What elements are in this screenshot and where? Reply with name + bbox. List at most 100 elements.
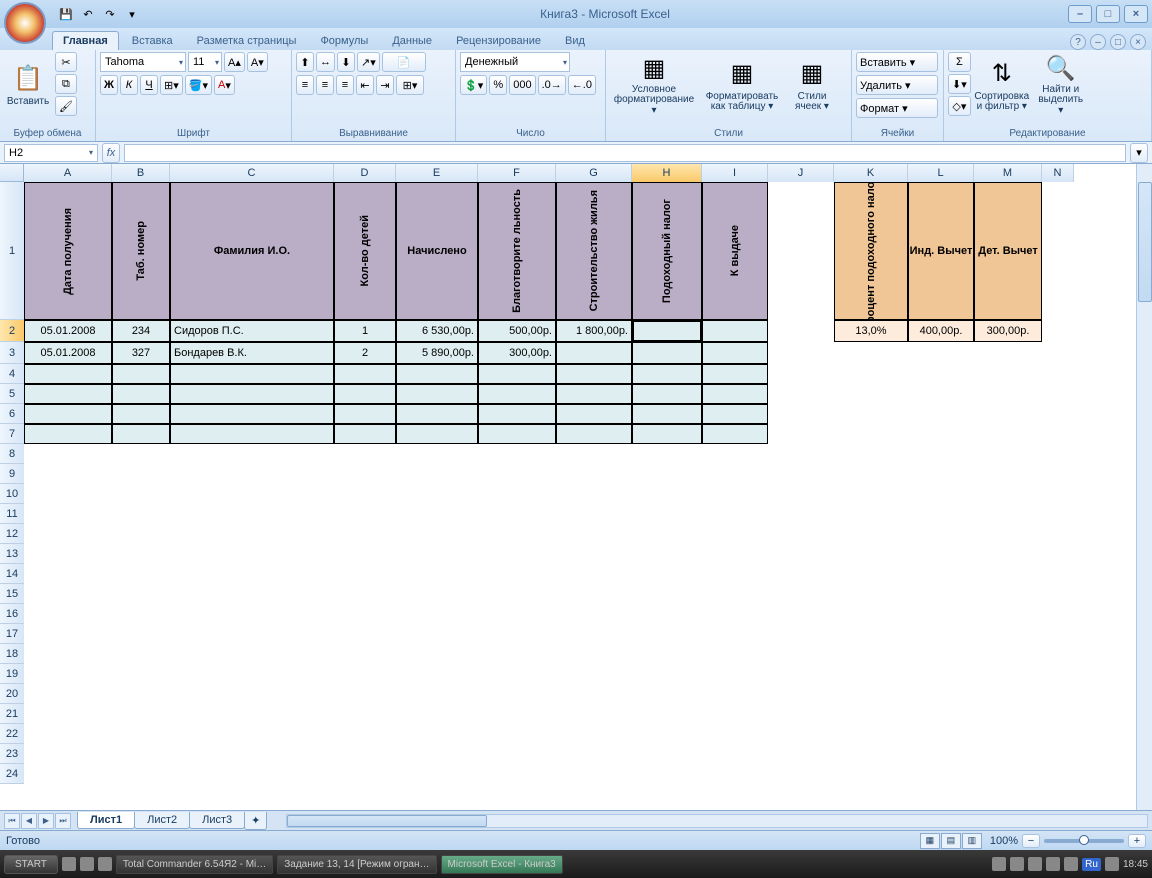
tray-icon[interactable] bbox=[80, 857, 94, 871]
cell[interactable] bbox=[478, 404, 556, 424]
copy-button[interactable]: ⧉ bbox=[55, 74, 77, 94]
cell[interactable] bbox=[24, 404, 112, 424]
cell[interactable] bbox=[556, 364, 632, 384]
selected-cell[interactable] bbox=[632, 320, 702, 342]
cell[interactable] bbox=[556, 342, 632, 364]
zoom-slider[interactable] bbox=[1044, 839, 1124, 843]
redo-button[interactable]: ↷ bbox=[100, 4, 120, 24]
spreadsheet-grid[interactable]: ABCDEFGHIJKLMN 1234567891011121314151617… bbox=[0, 164, 1152, 810]
column-header-F[interactable]: F bbox=[478, 164, 556, 182]
cell[interactable]: 05.01.2008 bbox=[24, 320, 112, 342]
row-header-9[interactable]: 9 bbox=[0, 464, 24, 484]
insert-cells-button[interactable]: Вставить ▾ bbox=[856, 52, 938, 72]
row-header-17[interactable]: 17 bbox=[0, 624, 24, 644]
new-sheet-button[interactable]: ✦ bbox=[244, 812, 267, 830]
cell[interactable] bbox=[478, 424, 556, 444]
align-left-button[interactable]: ≡ bbox=[296, 75, 314, 95]
paste-button[interactable]: 📋 Вставить bbox=[4, 52, 52, 118]
row-header-18[interactable]: 18 bbox=[0, 644, 24, 664]
cell[interactable]: Дет. Вычет bbox=[974, 182, 1042, 320]
cell[interactable]: Инд. Вычет bbox=[908, 182, 974, 320]
row-header-24[interactable]: 24 bbox=[0, 764, 24, 784]
cell[interactable] bbox=[702, 424, 768, 444]
vertical-scrollbar[interactable] bbox=[1136, 164, 1152, 810]
percent-button[interactable]: % bbox=[489, 75, 507, 95]
cut-button[interactable]: ✂ bbox=[55, 52, 77, 72]
sheet-tab-2[interactable]: Лист2 bbox=[134, 812, 190, 829]
cell[interactable]: 300,00р. bbox=[974, 320, 1042, 342]
conditional-format-button[interactable]: ▦ Условное форматирование ▾ bbox=[610, 52, 698, 118]
merge-button[interactable]: ⊞▾ bbox=[396, 75, 424, 95]
zoom-in-button[interactable]: + bbox=[1128, 834, 1146, 848]
view-pagebreak-button[interactable]: ▥ bbox=[962, 833, 982, 849]
sheet-nav-first[interactable]: ⏮ bbox=[4, 813, 20, 829]
expand-formula-bar[interactable]: ▾ bbox=[1130, 143, 1148, 163]
format-as-table-button[interactable]: ▦ Форматировать как таблицу ▾ bbox=[701, 52, 783, 118]
column-header-N[interactable]: N bbox=[1042, 164, 1074, 182]
cell[interactable] bbox=[24, 424, 112, 444]
cell[interactable]: Благотворите льность bbox=[478, 182, 556, 320]
cell[interactable] bbox=[632, 364, 702, 384]
tray-icon[interactable] bbox=[1064, 857, 1078, 871]
tray-icon[interactable] bbox=[98, 857, 112, 871]
bold-button[interactable]: Ж bbox=[100, 75, 118, 95]
cell[interactable]: Строительство жилья bbox=[556, 182, 632, 320]
row-header-10[interactable]: 10 bbox=[0, 484, 24, 504]
row-headers[interactable]: 123456789101112131415161718192021222324 bbox=[0, 182, 24, 784]
number-format-select[interactable]: Денежный bbox=[460, 52, 570, 72]
font-family-select[interactable]: Tahoma bbox=[100, 52, 186, 72]
find-select-button[interactable]: 🔍 Найти и выделить ▾ bbox=[1033, 52, 1089, 118]
cell[interactable] bbox=[112, 384, 170, 404]
column-header-L[interactable]: L bbox=[908, 164, 974, 182]
row-header-23[interactable]: 23 bbox=[0, 744, 24, 764]
currency-button[interactable]: 💲▾ bbox=[460, 75, 487, 95]
row-header-2[interactable]: 2 bbox=[0, 320, 24, 342]
cell[interactable] bbox=[112, 364, 170, 384]
insert-function-button[interactable]: fx bbox=[102, 143, 120, 163]
row-header-1[interactable]: 1 bbox=[0, 182, 24, 320]
row-header-11[interactable]: 11 bbox=[0, 504, 24, 524]
tray-icon[interactable] bbox=[1010, 857, 1024, 871]
format-cells-button[interactable]: Формат ▾ bbox=[856, 98, 938, 118]
row-header-6[interactable]: 6 bbox=[0, 404, 24, 424]
row-header-13[interactable]: 13 bbox=[0, 544, 24, 564]
cell[interactable]: 1 800,00р. bbox=[556, 320, 632, 342]
cell[interactable]: Кол-во детей bbox=[334, 182, 396, 320]
sheet-nav-prev[interactable]: ◀ bbox=[21, 813, 37, 829]
row-header-4[interactable]: 4 bbox=[0, 364, 24, 384]
tab-formulas[interactable]: Формулы bbox=[309, 31, 379, 50]
cell[interactable] bbox=[396, 424, 478, 444]
formula-input[interactable] bbox=[124, 144, 1126, 162]
cell[interactable]: 6 530,00р. bbox=[396, 320, 478, 342]
cell[interactable] bbox=[170, 384, 334, 404]
cell[interactable]: 234 bbox=[112, 320, 170, 342]
sheet-tab-1[interactable]: Лист1 bbox=[77, 812, 135, 829]
increase-indent-button[interactable]: ⇥ bbox=[376, 75, 394, 95]
cell[interactable]: 2 bbox=[334, 342, 396, 364]
tray-icon[interactable] bbox=[62, 857, 76, 871]
cell[interactable] bbox=[702, 404, 768, 424]
sort-filter-button[interactable]: ⇅ Сортировка и фильтр ▾ bbox=[974, 52, 1030, 118]
cell[interactable] bbox=[170, 424, 334, 444]
format-painter-button[interactable]: 🖌 bbox=[55, 96, 77, 116]
taskbar-item[interactable]: Total Commander 6.54Я2 - Mi… bbox=[116, 855, 273, 874]
tab-layout[interactable]: Разметка страницы bbox=[186, 31, 308, 50]
select-all-corner[interactable] bbox=[0, 164, 24, 182]
orientation-button[interactable]: ↗▾ bbox=[357, 52, 380, 72]
column-header-D[interactable]: D bbox=[334, 164, 396, 182]
help-icon[interactable]: ? bbox=[1070, 34, 1086, 50]
scrollbar-thumb[interactable] bbox=[1138, 182, 1152, 302]
cell[interactable] bbox=[396, 404, 478, 424]
column-header-C[interactable]: C bbox=[170, 164, 334, 182]
column-header-H[interactable]: H bbox=[632, 164, 702, 182]
decrease-font-button[interactable]: A▾ bbox=[247, 52, 268, 72]
sheet-nav-next[interactable]: ▶ bbox=[38, 813, 54, 829]
row-header-12[interactable]: 12 bbox=[0, 524, 24, 544]
cell[interactable] bbox=[170, 404, 334, 424]
cell[interactable] bbox=[632, 404, 702, 424]
row-header-20[interactable]: 20 bbox=[0, 684, 24, 704]
increase-font-button[interactable]: A▴ bbox=[224, 52, 245, 72]
cell[interactable] bbox=[556, 384, 632, 404]
column-header-I[interactable]: I bbox=[702, 164, 768, 182]
horizontal-scrollbar[interactable] bbox=[286, 814, 1148, 828]
